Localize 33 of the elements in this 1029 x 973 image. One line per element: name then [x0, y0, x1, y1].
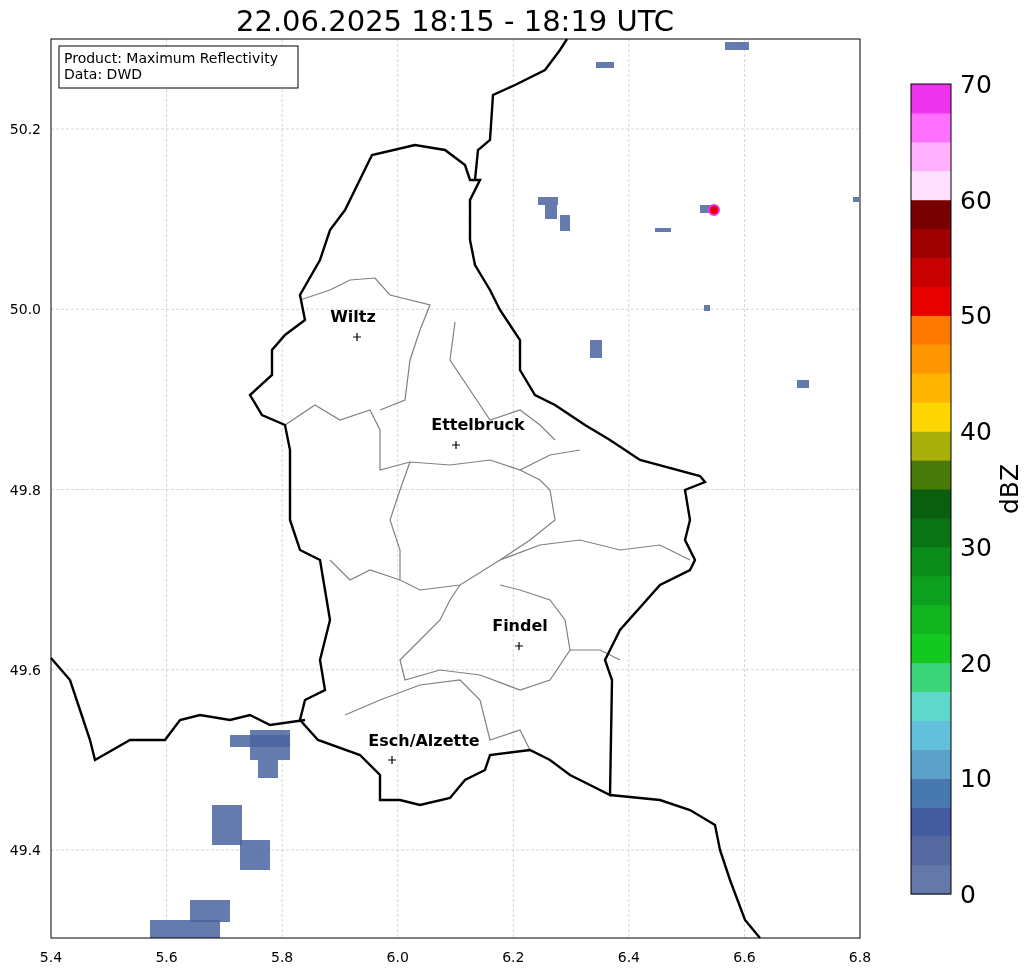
y-tick-label: 49.8 [9, 481, 41, 498]
x-tick-label: 5.8 [271, 949, 294, 965]
x-tick-label: 5.6 [155, 949, 178, 965]
city-label: Findel [492, 616, 548, 635]
x-tick-label: 6.0 [386, 949, 409, 965]
info-text: Data: DWD [64, 66, 142, 82]
city-marker-icon [451, 440, 461, 450]
city-label: Wiltz [330, 307, 376, 326]
city-marker-icon [514, 641, 524, 651]
x-tick-label: 6.6 [733, 949, 756, 965]
colorbar-tick-label: 40 [960, 417, 992, 447]
y-tick-label: 49.6 [9, 661, 41, 678]
x-tick-label: 6.8 [848, 949, 872, 965]
x-tick-label: 5.4 [39, 949, 63, 965]
colorbar-tick-label: 30 [960, 532, 992, 562]
x-tick-label: 6.4 [617, 949, 640, 965]
city-marker-icon [387, 755, 397, 765]
colorbar-tick-label: 0 [960, 880, 976, 909]
colorbar-tick-label: 70 [960, 70, 992, 99]
colorbar-tick-label: 20 [960, 648, 992, 678]
info-text: Product: Maximum Reflectivity [64, 50, 278, 66]
y-tick-label: 50.2 [9, 121, 41, 137]
city-marker-icon [352, 332, 362, 342]
colorbar-tick-label: 50 [960, 301, 992, 331]
city-label: Ettelbruck [431, 415, 525, 434]
y-tick-label: 50.0 [9, 301, 41, 318]
city-label: Esch/Alzette [368, 731, 480, 750]
colorbar-label: dBZ [995, 463, 1024, 515]
y-tick-label: 49.4 [9, 842, 41, 858]
colorbar-tick-label: 10 [960, 764, 992, 794]
x-tick-label: 6.2 [502, 949, 525, 965]
chart-title: 22.06.2025 18:15 - 18:19 UTC [236, 4, 674, 38]
colorbar-tick-label: 60 [960, 185, 992, 215]
